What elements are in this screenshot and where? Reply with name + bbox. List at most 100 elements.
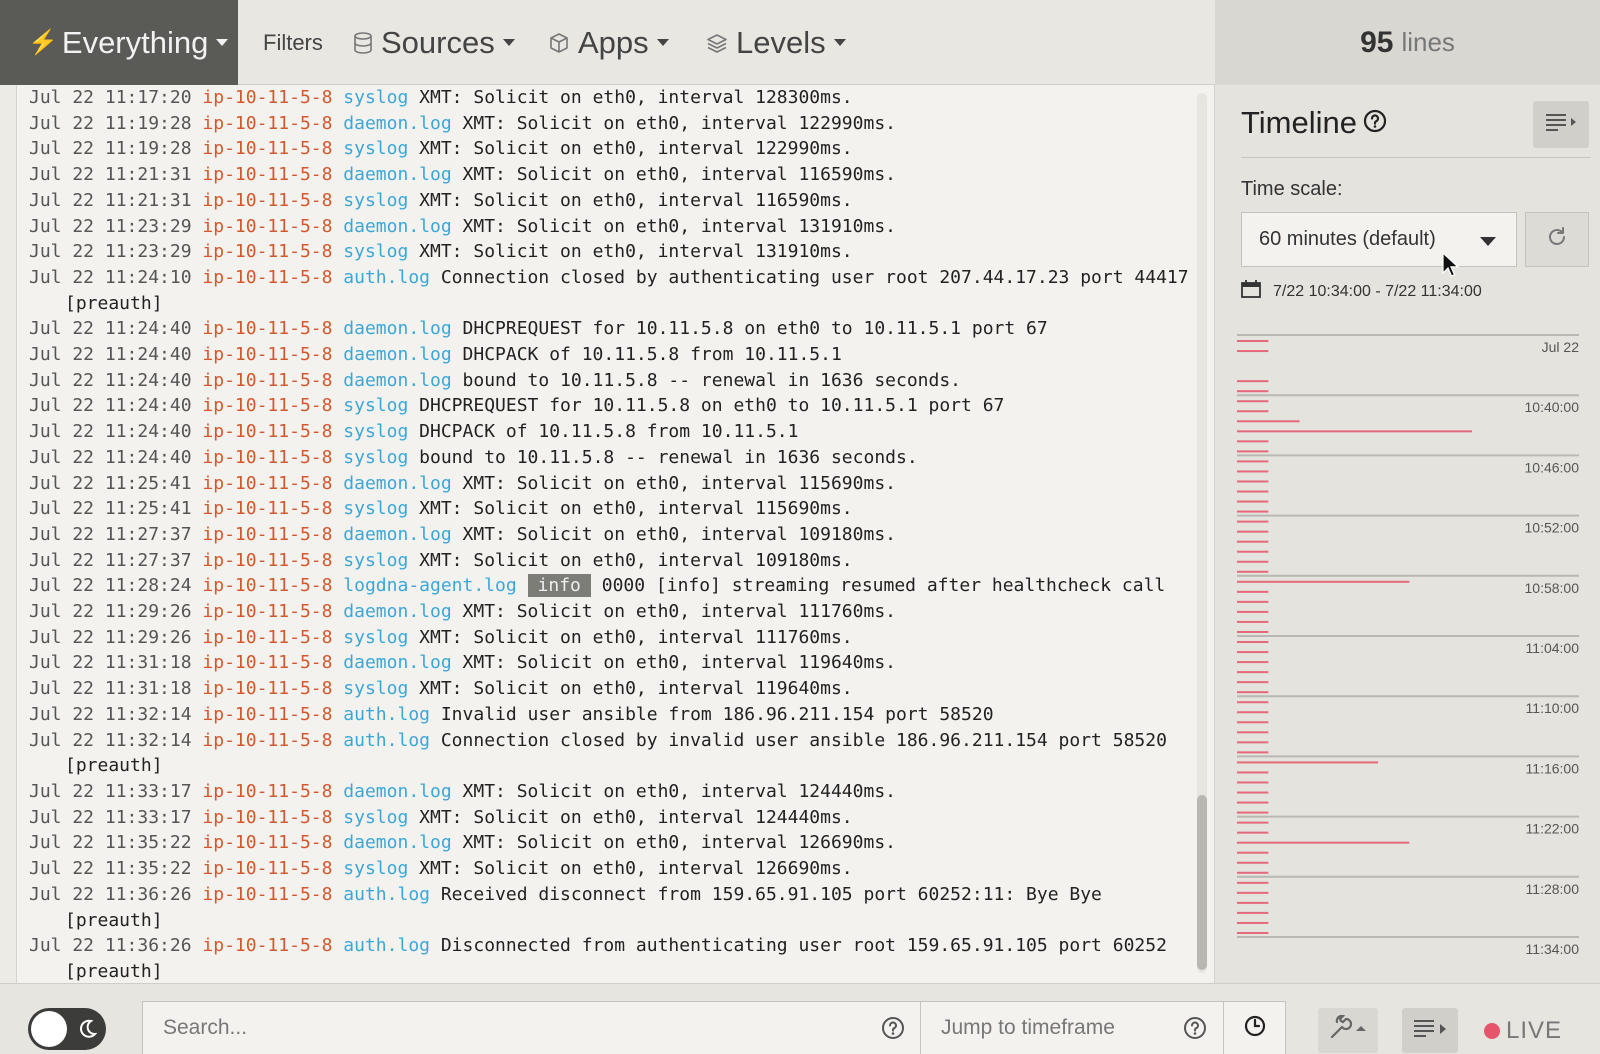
timeline-bar[interactable] — [1237, 841, 1410, 844]
timeline-bar[interactable] — [1237, 661, 1269, 664]
jump-to-timeframe-input[interactable] — [941, 1002, 1171, 1054]
sources-dropdown[interactable]: Sources — [353, 0, 515, 85]
log-host[interactable]: ip-10-11-5-8 — [202, 781, 332, 802]
timeline-bar[interactable] — [1237, 480, 1269, 483]
refresh-button[interactable] — [1525, 212, 1589, 267]
timeline-bar[interactable] — [1237, 811, 1269, 814]
log-line[interactable]: Jul 22 11:21:31 ip-10-11-5-8 daemon.log … — [29, 162, 1189, 188]
log-line[interactable]: Jul 22 11:24:40 ip-10-11-5-8 syslog DHCP… — [29, 393, 1189, 419]
log-line[interactable]: Jul 22 11:36:26 ip-10-11-5-8 auth.log Re… — [29, 882, 1189, 933]
help-icon[interactable] — [881, 1016, 905, 1045]
timeline-bar[interactable] — [1237, 460, 1269, 463]
apps-dropdown[interactable]: Apps — [548, 0, 669, 85]
timeline-bar[interactable] — [1237, 580, 1410, 583]
log-host[interactable]: ip-10-11-5-8 — [202, 498, 332, 519]
log-line[interactable]: Jul 22 11:32:14 ip-10-11-5-8 auth.log In… — [29, 702, 1189, 728]
timeline-bar[interactable] — [1237, 610, 1269, 613]
log-app[interactable]: daemon.log — [343, 318, 451, 339]
log-app[interactable]: syslog — [343, 138, 408, 159]
scrollbar-thumb[interactable] — [1197, 795, 1207, 970]
timeline-bar[interactable] — [1237, 851, 1269, 854]
log-line[interactable]: Jul 22 11:35:22 ip-10-11-5-8 daemon.log … — [29, 830, 1189, 856]
log-host[interactable]: ip-10-11-5-8 — [202, 216, 332, 237]
live-button[interactable]: LIVE — [1484, 1008, 1562, 1053]
log-host[interactable]: ip-10-11-5-8 — [202, 652, 332, 673]
timeline-bar[interactable] — [1237, 540, 1269, 543]
log-app[interactable]: syslog — [343, 447, 408, 468]
log-host[interactable]: ip-10-11-5-8 — [202, 858, 332, 879]
timeline-bar[interactable] — [1237, 771, 1269, 774]
log-app[interactable]: daemon.log — [343, 473, 451, 494]
timeline-bar[interactable] — [1237, 821, 1269, 824]
log-app[interactable]: auth.log — [343, 935, 430, 956]
log-host[interactable]: ip-10-11-5-8 — [202, 87, 332, 108]
log-line[interactable]: Jul 22 11:24:40 ip-10-11-5-8 daemon.log … — [29, 368, 1189, 394]
log-line[interactable]: Jul 22 11:25:41 ip-10-11-5-8 daemon.log … — [29, 471, 1189, 497]
log-line[interactable]: Jul 22 11:17:20 ip-10-11-5-8 syslog XMT:… — [29, 85, 1189, 111]
timeline-bar[interactable] — [1237, 871, 1269, 874]
log-host[interactable]: ip-10-11-5-8 — [202, 447, 332, 468]
timeline-bar[interactable] — [1237, 881, 1269, 884]
log-app[interactable]: syslog — [343, 807, 408, 828]
log-host[interactable]: ip-10-11-5-8 — [202, 318, 332, 339]
log-line[interactable]: Jul 22 11:32:14 ip-10-11-5-8 auth.log Co… — [29, 728, 1189, 779]
timeline-bar[interactable] — [1237, 450, 1269, 453]
log-host[interactable]: ip-10-11-5-8 — [202, 267, 332, 288]
log-app[interactable]: daemon.log — [343, 832, 451, 853]
log-host[interactable]: ip-10-11-5-8 — [202, 421, 332, 442]
log-line[interactable]: Jul 22 11:24:40 ip-10-11-5-8 daemon.log … — [29, 316, 1189, 342]
log-app[interactable]: syslog — [343, 395, 408, 416]
log-app[interactable]: auth.log — [343, 730, 430, 751]
log-line[interactable]: Jul 22 11:35:22 ip-10-11-5-8 syslog XMT:… — [29, 856, 1189, 882]
timeline-bar[interactable] — [1237, 861, 1269, 864]
timeline-bar[interactable] — [1237, 901, 1269, 904]
log-host[interactable]: ip-10-11-5-8 — [202, 627, 332, 648]
log-panel[interactable]: Jul 22 11:17:20 ip-10-11-5-8 syslog XMT:… — [16, 85, 1215, 983]
timeline-bar[interactable] — [1237, 350, 1269, 353]
timeline-bar[interactable] — [1237, 711, 1269, 714]
timeline-collapse-button[interactable] — [1533, 101, 1589, 148]
timeline-bar[interactable] — [1237, 891, 1269, 894]
timeline-bar[interactable] — [1237, 921, 1269, 924]
line-wrap-button[interactable] — [1402, 1008, 1458, 1053]
log-line[interactable]: Jul 22 11:21:31 ip-10-11-5-8 syslog XMT:… — [29, 188, 1189, 214]
log-line[interactable]: Jul 22 11:31:18 ip-10-11-5-8 syslog XMT:… — [29, 676, 1189, 702]
timeline-bar[interactable] — [1237, 410, 1269, 413]
log-app[interactable]: daemon.log — [343, 344, 451, 365]
timeline-bar[interactable] — [1237, 731, 1269, 734]
log-host[interactable]: ip-10-11-5-8 — [202, 730, 332, 751]
log-app[interactable]: auth.log — [343, 884, 430, 905]
filters-button[interactable]: Filters — [263, 0, 323, 85]
timeline-bar[interactable] — [1237, 751, 1269, 754]
log-app[interactable]: daemon.log — [343, 216, 451, 237]
log-line[interactable]: Jul 22 11:27:37 ip-10-11-5-8 syslog XMT:… — [29, 548, 1189, 574]
log-line[interactable]: Jul 22 11:24:10 ip-10-11-5-8 auth.log Co… — [29, 265, 1189, 316]
timeline-bar[interactable] — [1237, 630, 1269, 633]
timeline-bar[interactable] — [1237, 781, 1269, 784]
timeline-bar[interactable] — [1237, 681, 1269, 684]
timeline-bar[interactable] — [1237, 430, 1472, 433]
timeline-chart[interactable]: Jul 22 10:40:00 10:46:00 10:52:00 10:58:00 11… — [1237, 325, 1587, 965]
log-app[interactable]: daemon.log — [343, 781, 451, 802]
everything-view-button[interactable]: ⚡ Everything — [0, 0, 238, 85]
timeline-bar[interactable] — [1237, 651, 1269, 654]
log-line[interactable]: Jul 22 11:33:17 ip-10-11-5-8 syslog XMT:… — [29, 805, 1189, 831]
log-level-badge[interactable]: info — [527, 574, 591, 598]
timeline-bar[interactable] — [1237, 520, 1269, 523]
log-line[interactable]: Jul 22 11:23:29 ip-10-11-5-8 daemon.log … — [29, 214, 1189, 240]
timeline-bar[interactable] — [1237, 340, 1269, 343]
log-host[interactable]: ip-10-11-5-8 — [202, 832, 332, 853]
timeline-bar[interactable] — [1237, 931, 1269, 934]
log-host[interactable]: ip-10-11-5-8 — [202, 601, 332, 622]
log-app[interactable]: syslog — [343, 190, 408, 211]
log-app[interactable]: daemon.log — [343, 370, 451, 391]
log-app[interactable]: auth.log — [343, 267, 430, 288]
timeline-bar[interactable] — [1237, 590, 1269, 593]
log-app[interactable]: syslog — [343, 678, 408, 699]
timeline-bar[interactable] — [1237, 510, 1269, 513]
log-host[interactable]: ip-10-11-5-8 — [202, 575, 332, 596]
log-line[interactable]: Jul 22 11:31:18 ip-10-11-5-8 daemon.log … — [29, 650, 1189, 676]
log-app[interactable]: syslog — [343, 241, 408, 262]
search-input[interactable] — [163, 1002, 823, 1054]
log-line[interactable]: Jul 22 11:23:29 ip-10-11-5-8 syslog XMT:… — [29, 239, 1189, 265]
